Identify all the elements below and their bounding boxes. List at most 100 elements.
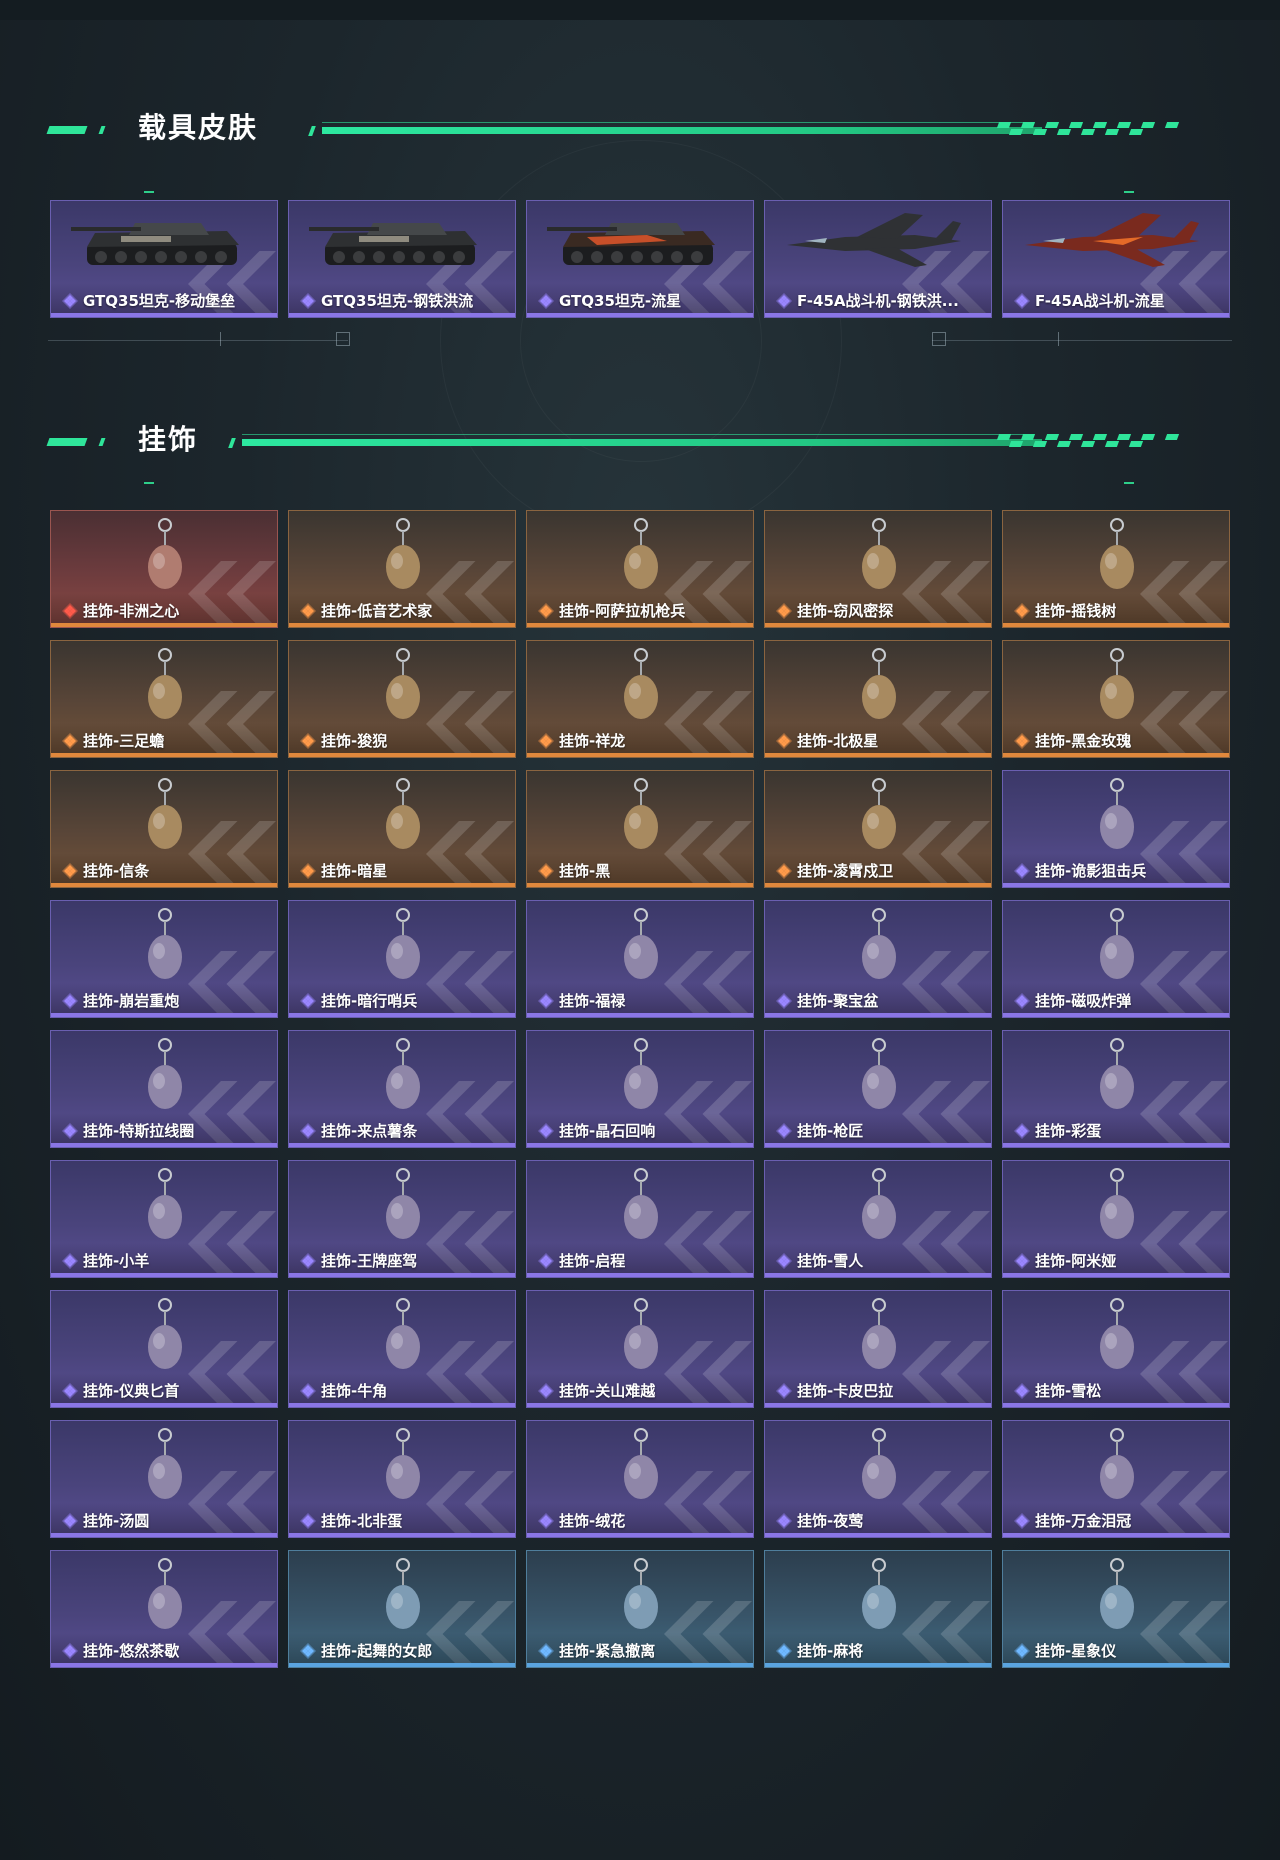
pendant-charm-icon — [386, 1558, 420, 1629]
rarity-diamond-icon — [1014, 863, 1030, 879]
pendant-card[interactable]: 挂饰-北极星 — [764, 640, 992, 758]
rarity-diamond-icon — [1014, 993, 1030, 1009]
pendant-card[interactable]: 挂饰-窃风密探 — [764, 510, 992, 628]
rarity-diamond-icon — [300, 1123, 316, 1139]
rarity-diamond-icon — [776, 1643, 792, 1659]
pendant-card[interactable]: 挂饰-暗星 — [288, 770, 516, 888]
pendant-card[interactable]: 挂饰-诡影狙击兵 — [1002, 770, 1230, 888]
header-accent-bar — [46, 438, 88, 446]
rarity-bar — [1003, 1143, 1229, 1147]
pendant-card[interactable]: 挂饰-三足蟾 — [50, 640, 278, 758]
pendant-charm-icon — [148, 1558, 182, 1629]
rarity-diamond-icon — [1014, 1253, 1030, 1269]
pendant-card[interactable]: 挂饰-雪松 — [1002, 1290, 1230, 1408]
pendant-card[interactable]: 挂饰-卡皮巴拉 — [764, 1290, 992, 1408]
pendant-charm-icon — [1100, 1428, 1134, 1499]
vehicle-skin-card[interactable]: GTQ35坦克-移动堡垒 — [50, 200, 278, 318]
pendant-card[interactable]: 挂饰-晶石回响 — [526, 1030, 754, 1148]
pendant-name: 挂饰-信条 — [83, 862, 150, 880]
vehicle-skin-card[interactable]: GTQ35坦克-钢铁洪流 — [288, 200, 516, 318]
header-line — [322, 127, 1042, 134]
rarity-bar — [51, 753, 277, 757]
vehicle-skin-card[interactable]: F-45A战斗机-流星 — [1002, 200, 1230, 318]
pendant-card[interactable]: 挂饰-万金泪冠 — [1002, 1420, 1230, 1538]
rarity-bar — [765, 1533, 991, 1537]
pendant-card[interactable]: 挂饰-低音艺术家 — [288, 510, 516, 628]
decorative-tick — [1058, 332, 1059, 346]
rarity-diamond-icon — [776, 993, 792, 1009]
pendant-card[interactable]: 挂饰-王牌座驾 — [288, 1160, 516, 1278]
jet-icon — [1025, 213, 1199, 267]
pendant-card[interactable]: 挂饰-悠然茶歇 — [50, 1550, 278, 1668]
rarity-diamond-icon — [776, 863, 792, 879]
pendant-card[interactable]: 挂饰-彩蛋 — [1002, 1030, 1230, 1148]
pendant-name: 挂饰-狻猊 — [321, 732, 388, 750]
rarity-diamond-icon — [776, 733, 792, 749]
pendant-card[interactable]: 挂饰-特斯拉线圈 — [50, 1030, 278, 1148]
pendant-card[interactable]: 挂饰-聚宝盆 — [764, 900, 992, 1018]
pendant-card[interactable]: 挂饰-狻猊 — [288, 640, 516, 758]
pendant-card[interactable]: 挂饰-祥龙 — [526, 640, 754, 758]
rarity-diamond-icon — [1014, 1383, 1030, 1399]
pendant-card[interactable]: 挂饰-关山难越 — [526, 1290, 754, 1408]
header-accent-bar — [98, 438, 106, 446]
pendant-card[interactable]: 挂饰-黑金玫瑰 — [1002, 640, 1230, 758]
pendant-name: 挂饰-卡皮巴拉 — [797, 1382, 894, 1400]
pendant-card[interactable]: 挂饰-暗行哨兵 — [288, 900, 516, 1018]
pendant-card[interactable]: 挂饰-起舞的女郎 — [288, 1550, 516, 1668]
pendant-card[interactable]: 挂饰-阿萨拉机枪兵 — [526, 510, 754, 628]
pendant-name: 挂饰-黑 — [559, 862, 611, 880]
pendant-card[interactable]: 挂饰-牛角 — [288, 1290, 516, 1408]
pendant-card[interactable]: 挂饰-崩岩重炮 — [50, 900, 278, 1018]
header-slash — [308, 126, 316, 136]
rarity-diamond-icon — [538, 603, 554, 619]
pendant-card[interactable]: 挂饰-紧急撤离 — [526, 1550, 754, 1668]
vehicle-skin-name: F-45A战斗机-流星 — [1035, 292, 1165, 310]
pendant-card[interactable]: 挂饰-星象仪 — [1002, 1550, 1230, 1668]
pendant-name: 挂饰-福禄 — [559, 992, 626, 1010]
pendant-card[interactable]: 挂饰-凌霄戍卫 — [764, 770, 992, 888]
pendant-charm-icon — [148, 778, 182, 849]
pendant-card[interactable]: 挂饰-阿米娅 — [1002, 1160, 1230, 1278]
pendant-card[interactable]: 挂饰-汤圆 — [50, 1420, 278, 1538]
rarity-bar — [527, 1013, 753, 1017]
pendant-card[interactable]: 挂饰-北非蛋 — [288, 1420, 516, 1538]
pendant-card[interactable]: 挂饰-绒花 — [526, 1420, 754, 1538]
pendant-card[interactable]: 挂饰-磁吸炸弹 — [1002, 900, 1230, 1018]
pendant-card[interactable]: 挂饰-非洲之心 — [50, 510, 278, 628]
rarity-bar — [1003, 623, 1229, 627]
rarity-diamond-icon — [62, 603, 78, 619]
pendant-name: 挂饰-聚宝盆 — [797, 992, 879, 1010]
rarity-bar — [1003, 313, 1229, 317]
pendant-card[interactable]: 挂饰-信条 — [50, 770, 278, 888]
vehicle-skin-card[interactable]: GTQ35坦克-流星 — [526, 200, 754, 318]
pendant-card[interactable]: 挂饰-麻将 — [764, 1550, 992, 1668]
pendant-card[interactable]: 挂饰-来点薯条 — [288, 1030, 516, 1148]
rarity-bar — [1003, 1273, 1229, 1277]
rarity-bar — [289, 883, 515, 887]
pendant-name: 挂饰-小羊 — [83, 1252, 150, 1270]
vehicle-skin-card[interactable]: F-45A战斗机-钢铁洪... — [764, 200, 992, 318]
rarity-bar — [51, 1403, 277, 1407]
pendant-card[interactable]: 挂饰-黑 — [526, 770, 754, 888]
rarity-bar — [527, 1533, 753, 1537]
pendant-name: 挂饰-崩岩重炮 — [83, 992, 180, 1010]
tank-icon — [547, 223, 715, 265]
pendant-charm-icon — [624, 1038, 658, 1109]
pendant-name: 挂饰-枪匠 — [797, 1122, 864, 1140]
rarity-diamond-icon — [538, 1383, 554, 1399]
pendant-card[interactable]: 挂饰-福禄 — [526, 900, 754, 1018]
pendant-charm-icon — [624, 1558, 658, 1629]
pendant-card[interactable]: 挂饰-小羊 — [50, 1160, 278, 1278]
pendant-charm-icon — [624, 1168, 658, 1239]
pendant-card[interactable]: 挂饰-夜莺 — [764, 1420, 992, 1538]
pendant-card[interactable]: 挂饰-仪典匕首 — [50, 1290, 278, 1408]
pendant-card[interactable]: 挂饰-枪匠 — [764, 1030, 992, 1148]
pendant-card[interactable]: 挂饰-雪人 — [764, 1160, 992, 1278]
pendant-name: 挂饰-雪人 — [797, 1252, 864, 1270]
pendant-charm-icon — [148, 1168, 182, 1239]
pendant-card[interactable]: 挂饰-摇钱树 — [1002, 510, 1230, 628]
pendant-charm-icon — [624, 908, 658, 979]
pendant-card[interactable]: 挂饰-启程 — [526, 1160, 754, 1278]
pendant-name: 挂饰-黑金玫瑰 — [1035, 732, 1132, 750]
